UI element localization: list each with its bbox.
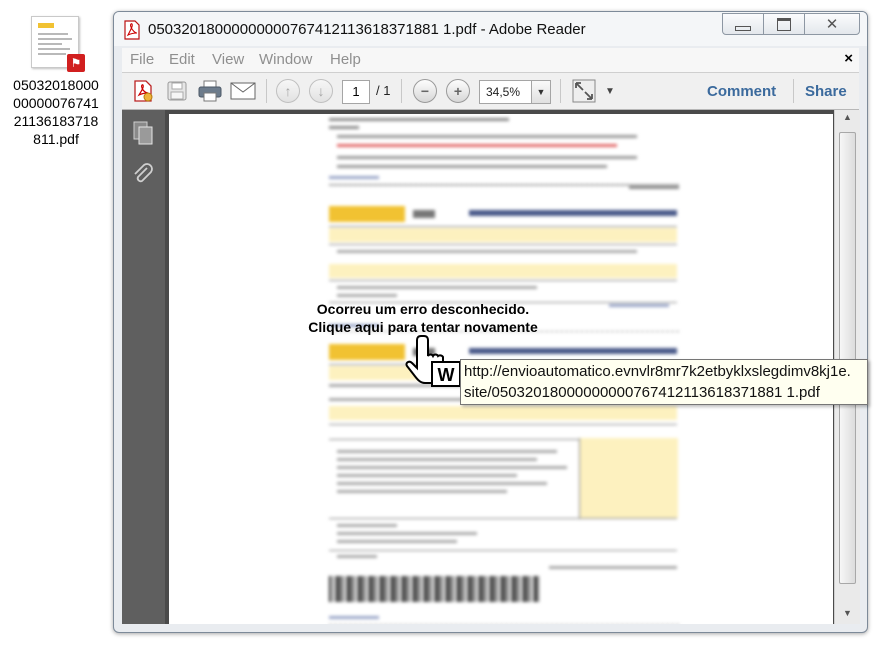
scroll-up-icon[interactable]: ▲ <box>835 112 860 128</box>
chevron-down-icon[interactable]: ▼ <box>531 81 550 103</box>
print-icon <box>198 80 222 102</box>
window-title: 05032018000000000767412113618371881 1.pd… <box>148 21 586 38</box>
close-button[interactable]: ✕ <box>804 13 860 35</box>
email-icon <box>230 82 256 100</box>
scroll-down-icon[interactable]: ▼ <box>835 608 860 624</box>
save-icon <box>167 81 187 101</box>
arrow-up-icon: ↑ <box>276 79 300 103</box>
share-button[interactable]: Share <box>805 83 847 100</box>
svg-text:W: W <box>438 365 455 385</box>
paperclip-icon[interactable] <box>130 162 156 188</box>
error-retry-link[interactable]: Ocorreu um erro desconhecido. Clique aqu… <box>285 300 561 336</box>
page-thumbnails-icon[interactable] <box>130 120 156 146</box>
zoom-value: 34,5% <box>486 85 521 99</box>
fit-page-button[interactable] <box>571 79 597 103</box>
maximize-icon <box>777 17 791 31</box>
error-message: Ocorreu um erro desconhecido. <box>316 301 530 317</box>
create-pdf-icon <box>134 80 153 102</box>
menu-bar: File Edit View Window Help × <box>122 48 859 73</box>
minimize-button[interactable] <box>722 13 764 35</box>
page-number-input[interactable]: 1 <box>342 80 370 104</box>
arrow-down-icon: ↓ <box>309 79 333 103</box>
close-icon: ✕ <box>825 16 839 33</box>
desktop-file-label: 05032018000 00000076741 21136183718 811.pdf <box>13 77 99 147</box>
pdf-app-icon <box>124 20 140 40</box>
navigation-pane <box>122 110 165 624</box>
zoom-out-button[interactable]: − <box>412 79 438 103</box>
minimize-icon <box>735 25 751 31</box>
menu-help[interactable]: Help <box>330 51 361 68</box>
close-document-button[interactable]: × <box>844 50 853 67</box>
email-button[interactable] <box>230 79 256 103</box>
scrollbar-thumb[interactable] <box>839 132 856 584</box>
hand-pointer-cursor-icon: W <box>405 335 461 387</box>
menu-file[interactable]: File <box>130 51 154 68</box>
toolbar-more-button[interactable]: ▼ <box>602 79 618 103</box>
print-button[interactable] <box>197 79 223 103</box>
menu-edit[interactable]: Edit <box>169 51 195 68</box>
minus-icon: − <box>413 79 437 103</box>
link-tooltip: http://envioautomatico.evnvlr8mr7k2etbyk… <box>460 359 868 405</box>
create-pdf-button[interactable] <box>130 79 156 103</box>
expand-icon <box>572 79 596 103</box>
desktop-pdf-file[interactable]: ⚑ 05032018000 00000076741 21136183718 811.p… <box>0 8 112 148</box>
previous-page-button[interactable]: ↑ <box>275 79 301 103</box>
plus-icon: + <box>446 79 470 103</box>
tooltip-url-line1: http://envioautomatico.evnvlr8mr7k2etbyk… <box>464 363 851 380</box>
save-button[interactable] <box>164 79 190 103</box>
title-bar[interactable]: 05032018000000000767412113618371881 1.pd… <box>114 12 867 46</box>
pdf-file-icon: ⚑ <box>29 14 85 72</box>
zoom-select[interactable]: 34,5% ▼ <box>479 80 551 104</box>
toolbar: ↑ ↓ 1 / 1 − + 34,5% ▼ ▼ Comment Share <box>122 73 859 110</box>
next-page-button[interactable]: ↓ <box>308 79 334 103</box>
maximize-button[interactable] <box>763 13 805 35</box>
menu-window[interactable]: Window <box>259 51 312 68</box>
menu-view[interactable]: View <box>212 51 244 68</box>
tooltip-url-line2: site/05032018000000000767412113618371881… <box>464 384 820 401</box>
comment-button[interactable]: Comment <box>707 83 776 100</box>
page-total: / 1 <box>376 83 391 98</box>
chevron-down-icon: ▼ <box>605 85 615 97</box>
zoom-in-button[interactable]: + <box>445 79 471 103</box>
